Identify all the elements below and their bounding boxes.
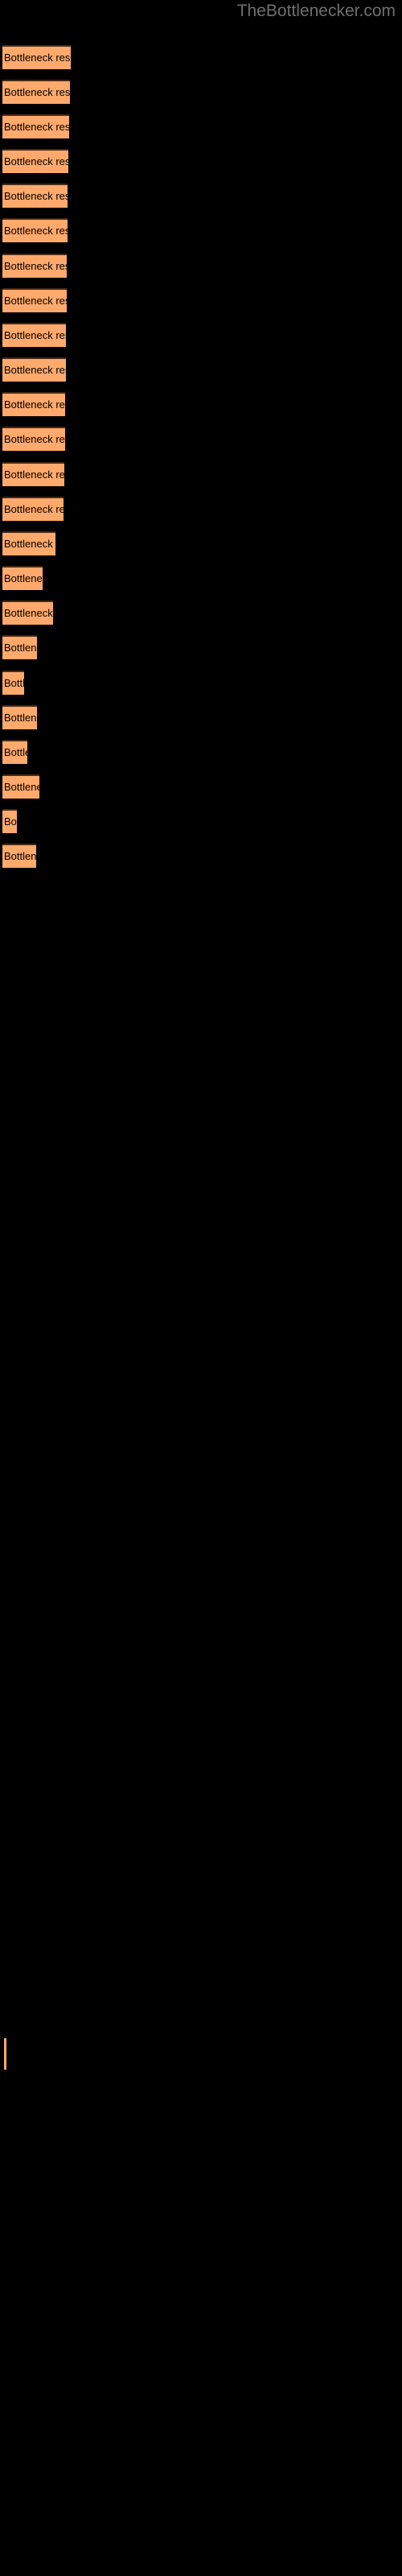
bar[interactable]	[2, 80, 70, 104]
bar[interactable]	[2, 601, 53, 625]
bar-clip: Bottleneck result	[2, 218, 68, 242]
bar-clip: Bottleneck result	[2, 80, 70, 104]
bar[interactable]	[2, 254, 67, 278]
bar[interactable]	[2, 114, 69, 138]
chart-page: TheBottlenecker.com Bottleneck resultBot…	[0, 0, 402, 2576]
bar[interactable]	[2, 149, 68, 173]
bar[interactable]	[2, 288, 67, 312]
bar[interactable]	[2, 635, 37, 659]
bar[interactable]	[2, 497, 64, 521]
bar[interactable]	[2, 462, 64, 486]
bar-clip: Bottleneck result	[2, 497, 64, 521]
bar-clip: Bottleneck result	[2, 254, 67, 278]
bar-clip: Bottleneck result	[2, 809, 17, 833]
legend-color-swatch	[4, 2038, 6, 2070]
bar-clip: Bottleneck result	[2, 844, 36, 868]
bar-clip: Bottleneck result	[2, 705, 37, 729]
bar-clip: Bottleneck result	[2, 392, 65, 416]
bar-clip: Bottleneck result	[2, 149, 68, 173]
bar[interactable]	[2, 357, 66, 382]
bar[interactable]	[2, 45, 71, 69]
bar-clip: Bottleneck result	[2, 184, 68, 208]
bar[interactable]	[2, 671, 24, 695]
bar[interactable]	[2, 427, 65, 451]
bar-chart-plot-area: Bottleneck result Bottleneck result Bottle…	[0, 0, 402, 2576]
bar-clip: Bottleneck result	[2, 566, 43, 590]
bar[interactable]	[2, 184, 68, 208]
bar-clip: Bottleneck result	[2, 601, 53, 625]
bar-clip: Bottleneck result	[2, 114, 69, 138]
bar-clip: Bottleneck result	[2, 288, 67, 312]
bar-clip: Bottleneck result	[2, 323, 66, 347]
bar[interactable]	[2, 218, 68, 242]
bar-clip: Bottleneck result	[2, 635, 37, 659]
bar-clip: Bottleneck result	[2, 531, 55, 555]
bar-clip: Bottleneck result	[2, 774, 39, 799]
bar[interactable]	[2, 705, 37, 729]
bar[interactable]	[2, 844, 36, 868]
bar[interactable]	[2, 774, 39, 799]
bar-clip: Bottleneck result	[2, 462, 64, 486]
bar-clip: Bottleneck result	[2, 45, 71, 69]
bar[interactable]	[2, 323, 66, 347]
bar[interactable]	[2, 531, 55, 555]
bar-clip: Bottleneck result	[2, 357, 66, 382]
bar[interactable]	[2, 809, 17, 833]
bar[interactable]	[2, 392, 65, 416]
bar-clip: Bottleneck result	[2, 427, 65, 451]
bar-clip: Bottleneck result	[2, 671, 24, 695]
bar[interactable]	[2, 740, 27, 764]
bar[interactable]	[2, 566, 43, 590]
bar-clip: Bottleneck result	[2, 740, 27, 764]
